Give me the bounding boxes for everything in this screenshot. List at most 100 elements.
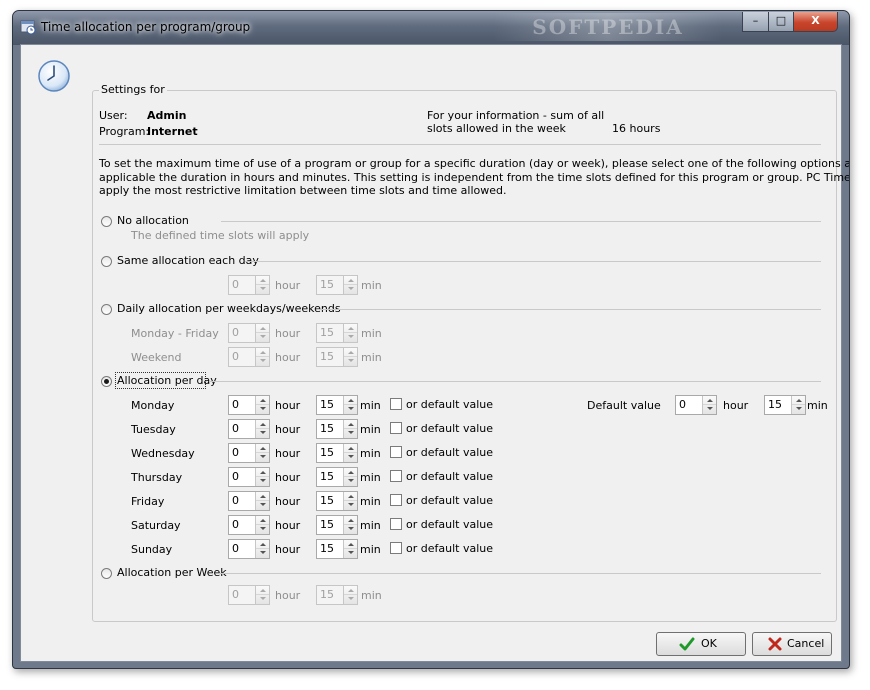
monday-hour-spin[interactable]: 0 (228, 395, 270, 415)
or-default-label[interactable]: or default value (406, 542, 493, 555)
same-allocation-label[interactable]: Same allocation each day (117, 254, 259, 267)
saturday-default-checkbox[interactable] (390, 518, 402, 530)
spin-arrows[interactable] (343, 586, 357, 604)
spin-arrows[interactable] (791, 396, 805, 414)
thursday-hour-spin[interactable]: 0 (228, 467, 270, 487)
weekdays-weekends-label[interactable]: Daily allocation per weekdays/weekends (117, 302, 341, 315)
spin-arrows[interactable] (702, 396, 716, 414)
per-day-label[interactable]: Allocation per day (117, 374, 217, 387)
weekdays-weekends-radio[interactable] (101, 304, 112, 315)
tuesday-min-value: 15 (320, 422, 334, 435)
spin-arrows[interactable] (255, 586, 269, 604)
close-button[interactable]: X (793, 12, 838, 32)
per-day-radio[interactable] (101, 376, 112, 387)
sunday-hour-value: 0 (232, 542, 239, 555)
spin-arrows[interactable] (343, 324, 357, 342)
sunday-hour-spin[interactable]: 0 (228, 539, 270, 559)
maximize-button[interactable]: □ (768, 12, 794, 32)
spin-arrows[interactable] (255, 324, 269, 342)
window-title: Time allocation per program/group (41, 20, 251, 34)
monday-min-spin[interactable]: 15 (316, 395, 358, 415)
tuesday-default-checkbox[interactable] (390, 422, 402, 434)
default-hour-spin[interactable]: 0 (675, 395, 717, 415)
spin-arrows[interactable] (343, 540, 357, 558)
thursday-default-checkbox[interactable] (390, 470, 402, 482)
minimize-button[interactable]: – (742, 12, 769, 32)
spin-arrows[interactable] (255, 276, 269, 294)
tuesday-min-spin[interactable]: 15 (316, 419, 358, 439)
hour-unit: hour (275, 589, 301, 602)
spin-arrows[interactable] (343, 348, 357, 366)
or-default-label[interactable]: or default value (406, 518, 493, 531)
default-min-spin[interactable]: 15 (764, 395, 806, 415)
clock-icon (38, 60, 70, 92)
per-week-hour-spin[interactable]: 0 (228, 585, 270, 605)
wednesday-min-spin[interactable]: 15 (316, 443, 358, 463)
spin-arrows[interactable] (343, 396, 357, 414)
weekday-min-spin[interactable]: 15 (316, 323, 358, 343)
wednesday-hour-value: 0 (232, 446, 239, 459)
spin-arrows[interactable] (255, 348, 269, 366)
min-unit: min (360, 543, 381, 556)
weekday-hour-spin[interactable]: 0 (228, 323, 270, 343)
same-allocation-hour-value: 0 (232, 278, 239, 291)
or-default-label[interactable]: or default value (406, 398, 493, 411)
spin-arrows[interactable] (343, 276, 357, 294)
spin-arrows[interactable] (255, 540, 269, 558)
default-hour-value: 0 (679, 398, 686, 411)
same-allocation-radio[interactable] (101, 256, 112, 267)
spin-arrows[interactable] (343, 444, 357, 462)
or-default-label[interactable]: or default value (406, 446, 493, 459)
spin-arrows[interactable] (343, 420, 357, 438)
wednesday-min-value: 15 (320, 446, 334, 459)
hour-unit: hour (275, 327, 301, 340)
spin-arrows[interactable] (255, 468, 269, 486)
ok-button[interactable]: OK (656, 632, 746, 656)
spin-arrows[interactable] (255, 444, 269, 462)
weekday-min-value: 15 (320, 326, 334, 339)
monday-default-checkbox[interactable] (390, 398, 402, 410)
weekend-min-spin[interactable]: 15 (316, 347, 358, 367)
spin-arrows[interactable] (343, 492, 357, 510)
same-allocation-hour-spin[interactable]: 0 (228, 275, 270, 295)
wednesday-default-checkbox[interactable] (390, 446, 402, 458)
per-week-label[interactable]: Allocation per Week (117, 566, 227, 579)
wednesday-hour-spin[interactable]: 0 (228, 443, 270, 463)
or-default-label[interactable]: or default value (406, 494, 493, 507)
friday-min-spin[interactable]: 15 (316, 491, 358, 511)
tuesday-hour-spin[interactable]: 0 (228, 419, 270, 439)
hour-unit: hour (275, 519, 301, 532)
no-allocation-label[interactable]: No allocation (117, 214, 189, 227)
same-allocation-min-value: 15 (320, 278, 334, 291)
cancel-button[interactable]: Cancel (752, 632, 832, 656)
or-default-label[interactable]: or default value (406, 470, 493, 483)
spin-arrows[interactable] (343, 468, 357, 486)
friday-default-checkbox[interactable] (390, 494, 402, 506)
spin-arrows[interactable] (343, 516, 357, 534)
per-week-min-spin[interactable]: 15 (316, 585, 358, 605)
sunday-default-checkbox[interactable] (390, 542, 402, 554)
sunday-min-spin[interactable]: 15 (316, 539, 358, 559)
or-default-label[interactable]: or default value (406, 422, 493, 435)
description-line3: apply the most restrictive limitation be… (99, 184, 507, 197)
thursday-min-spin[interactable]: 15 (316, 467, 358, 487)
saturday-hour-spin[interactable]: 0 (228, 515, 270, 535)
min-unit: min (360, 519, 381, 532)
saturday-min-spin[interactable]: 15 (316, 515, 358, 535)
spin-arrows[interactable] (255, 396, 269, 414)
spin-arrows[interactable] (255, 516, 269, 534)
friday-hour-spin[interactable]: 0 (228, 491, 270, 511)
weekend-hour-spin[interactable]: 0 (228, 347, 270, 367)
tuesday-hour-value: 0 (232, 422, 239, 435)
no-allocation-radio[interactable] (101, 216, 112, 227)
min-unit: min (360, 495, 381, 508)
same-allocation-separator (245, 261, 821, 262)
no-allocation-separator (221, 221, 821, 222)
thursday-hour-value: 0 (232, 470, 239, 483)
spin-arrows[interactable] (255, 492, 269, 510)
title-bar[interactable]: SOFTPEDIA Time allocation per program/gr… (13, 11, 849, 45)
spin-arrows[interactable] (255, 420, 269, 438)
same-allocation-min-spin[interactable]: 15 (316, 275, 358, 295)
weekdays-weekends-separator (317, 309, 821, 310)
per-week-radio[interactable] (101, 568, 112, 579)
